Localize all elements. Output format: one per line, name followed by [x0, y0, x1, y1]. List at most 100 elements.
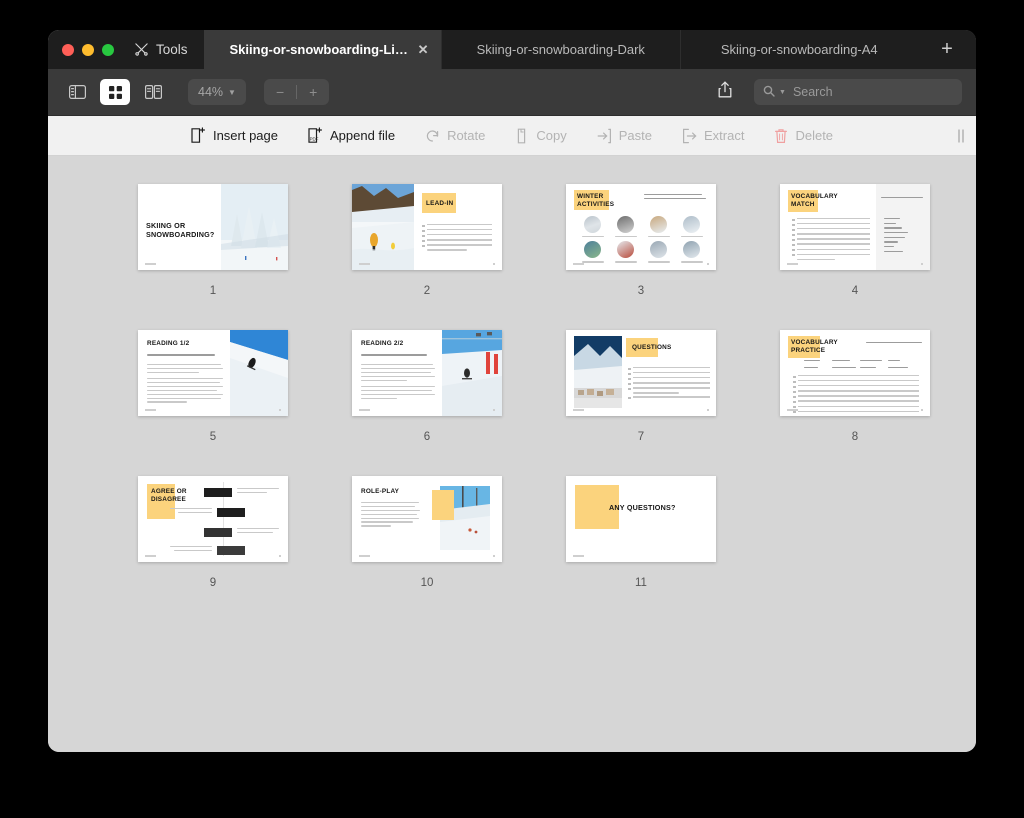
tab-skiing-dark[interactable]: Skiing-or-snowboarding-Dark ✕ [441, 30, 680, 69]
thumbnail-container[interactable]: READING 1/2 [138, 320, 288, 426]
grid-view-button[interactable] [100, 79, 130, 105]
page-cell[interactable]: ANY QUESTIONS? 11 [534, 466, 748, 612]
search-input[interactable]: ▼ Search [754, 79, 962, 105]
maximize-window-button[interactable] [102, 43, 114, 56]
slide-page-marker [707, 409, 709, 411]
zoom-level-value: 44% [198, 85, 224, 99]
thumbnail-container[interactable]: SKIING OR SNOWBOARDING? [138, 174, 288, 280]
page-number-label: 9 [209, 577, 217, 589]
page-thumbnail-grid: SKIING OR SNOWBOARDING? 1 LEAD-IN 2 WINT… [106, 156, 976, 612]
thumbnail-container[interactable]: WINTER ACTIVITIES [566, 174, 716, 280]
page-thumbnail-1[interactable]: SKIING OR SNOWBOARDING? [138, 184, 288, 270]
paste-button[interactable]: Paste [597, 128, 652, 144]
page-cell[interactable]: QUESTIONS 7 [534, 320, 748, 466]
copy-button[interactable]: Copy [515, 128, 567, 144]
insert-page-button[interactable]: Insert page [191, 127, 278, 144]
page-cell[interactable]: AGREE OR DISAGREE 9 [106, 466, 320, 612]
split-view-button[interactable] [138, 79, 168, 105]
thumbnail-container[interactable]: ANY QUESTIONS? [566, 466, 716, 572]
page-number-label: 3 [637, 285, 645, 297]
statement-text [237, 488, 281, 496]
tab-label: Skiing-or-snowboarding-Light [229, 42, 416, 57]
page-cell[interactable]: ROLE-PLAY 10 [320, 466, 534, 612]
copy-icon [515, 128, 529, 144]
toolbar-resize-handle[interactable] [958, 129, 964, 142]
page-number-label: 10 [420, 577, 434, 589]
append-file-button[interactable]: PDF Append file [308, 127, 395, 144]
page-cell[interactable]: LEAD-IN 2 [320, 174, 534, 320]
thumbnail-container[interactable]: ROLE-PLAY [352, 466, 502, 572]
list-item [792, 233, 870, 236]
page-thumbnail-5[interactable]: READING 1/2 [138, 330, 288, 416]
zoom-level-dropdown[interactable]: 44% ▼ [188, 79, 246, 105]
minimize-window-button[interactable] [82, 43, 94, 56]
search-placeholder-text: Search [792, 85, 833, 99]
page-number-label: 2 [423, 285, 431, 297]
statement-badge [217, 546, 245, 555]
page-cell[interactable]: WINTER ACTIVITIES 3 [534, 174, 748, 320]
statement-text [168, 546, 212, 554]
append-file-icon: PDF [308, 127, 323, 144]
page-thumbnail-10[interactable]: ROLE-PLAY [352, 476, 502, 562]
page-cell[interactable]: VOCABULARY MATCH 4 [748, 174, 962, 320]
delete-button[interactable]: Delete [774, 128, 833, 144]
zoom-in-button[interactable]: + [297, 84, 329, 100]
thumbnail-container[interactable]: QUESTIONS [566, 320, 716, 426]
list-item [792, 238, 870, 241]
page-thumbnail-6[interactable]: READING 2/2 [352, 330, 502, 416]
sidebar-view-button[interactable] [62, 79, 92, 105]
statement-text [237, 528, 281, 536]
page-thumbnail-4[interactable]: VOCABULARY MATCH [780, 184, 930, 270]
extract-icon [682, 128, 697, 144]
tools-button[interactable]: Tools [128, 30, 204, 69]
app-window: Tools Skiing-or-snowboarding-Light ✕ Ski… [48, 30, 976, 752]
page-thumbnail-8[interactable]: VOCABULARY PRACTICE [780, 330, 930, 416]
list-item [793, 380, 919, 383]
zoom-out-button[interactable]: − [264, 84, 296, 100]
page-thumbnail-7[interactable]: QUESTIONS [566, 330, 716, 416]
thumbnail-container[interactable]: LEAD-IN [352, 174, 502, 280]
slide-title: QUESTIONS [632, 344, 672, 351]
page-thumbnail-11[interactable]: ANY QUESTIONS? [566, 476, 716, 562]
thumbnail-container[interactable]: AGREE OR DISAGREE [138, 466, 288, 572]
activity-item [642, 241, 675, 263]
activity-item [609, 216, 642, 238]
page-thumbnail-3[interactable]: WINTER ACTIVITIES [566, 184, 716, 270]
tab-skiing-a4[interactable]: Skiing-or-snowboarding-A4 ✕ [679, 30, 919, 69]
activity-item [675, 241, 708, 263]
list-item [628, 387, 710, 390]
tab-skiing-light[interactable]: Skiing-or-snowboarding-Light ✕ [203, 30, 442, 69]
share-button[interactable] [712, 79, 738, 105]
tools-label: Tools [156, 42, 188, 57]
slide-footer-mark [573, 263, 584, 265]
page-number-label: 1 [209, 285, 217, 297]
page-cell[interactable]: READING 2/2 6 [320, 320, 534, 466]
rotate-button[interactable]: Rotate [425, 128, 485, 143]
close-tab-icon[interactable]: ✕ [416, 42, 430, 57]
list-item [422, 234, 492, 237]
trash-icon [774, 128, 788, 144]
thumbnail-container[interactable]: VOCABULARY PRACTICE [780, 320, 930, 426]
slide-photo [352, 184, 414, 270]
slide-title: READING 2/2 [361, 340, 404, 347]
slide-footer-mark [145, 555, 156, 557]
svg-text:PDF: PDF [310, 136, 319, 141]
close-window-button[interactable] [62, 43, 74, 56]
thumbnail-container[interactable]: READING 2/2 [352, 320, 502, 426]
slide-photo [442, 330, 502, 416]
page-cell[interactable]: SKIING OR SNOWBOARDING? 1 [106, 174, 320, 320]
page-number-label: 8 [851, 431, 859, 443]
page-thumbnail-9[interactable]: AGREE OR DISAGREE [138, 476, 288, 562]
thumbnail-canvas[interactable]: SKIING OR SNOWBOARDING? 1 LEAD-IN 2 WINT… [48, 156, 976, 752]
slide-subtitle [147, 354, 221, 358]
search-scope-chevron-icon[interactable]: ▼ [779, 89, 786, 96]
page-cell[interactable]: READING 1/2 5 [106, 320, 320, 466]
page-cell[interactable]: VOCABULARY PRACTICE 8 [748, 320, 962, 466]
page-number-label: 5 [209, 431, 217, 443]
list-item [628, 377, 710, 380]
page-thumbnail-2[interactable]: LEAD-IN [352, 184, 502, 270]
new-tab-button[interactable]: + [918, 30, 976, 69]
extract-button[interactable]: Extract [682, 128, 744, 144]
slide-question-list [628, 367, 710, 401]
thumbnail-container[interactable]: VOCABULARY MATCH [780, 174, 930, 280]
